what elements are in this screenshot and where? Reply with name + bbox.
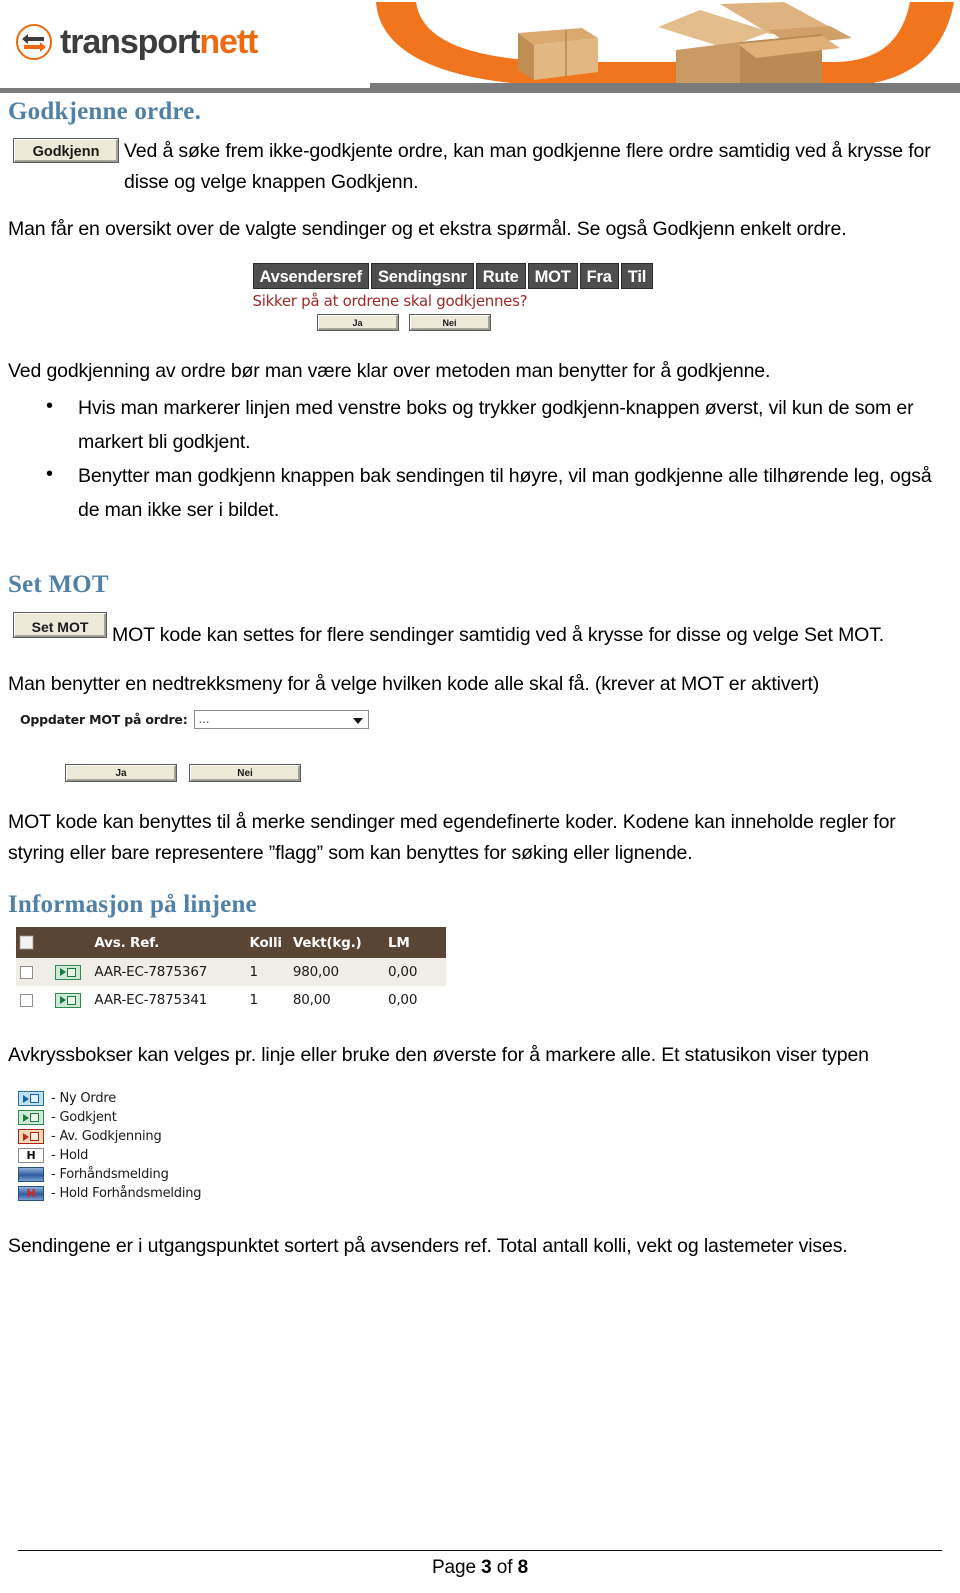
column-header-mot[interactable]: MOT xyxy=(527,263,578,289)
table-row[interactable]: AAR-EC-7875367 1 980,00 0,00 xyxy=(16,958,446,986)
legend-item-forhandsmelding: Forhåndsmelding xyxy=(18,1165,954,1184)
document-body: Godkjenne ordre. Godkjenn Ved å søke fre… xyxy=(0,98,960,1262)
row-kolli: 1 xyxy=(245,958,289,986)
set-mot-paragraph-1: MOT kode kan settes for flere sendinger … xyxy=(112,624,885,646)
legend-label: Hold Forhåndsmelding xyxy=(51,1186,201,1201)
confirm-button-group: Ja Nei xyxy=(253,315,708,330)
row-lm: 0,00 xyxy=(383,986,446,1014)
row-avs-ref: AAR-EC-7875367 xyxy=(90,958,246,986)
mot-dropdown-select[interactable]: ... xyxy=(193,710,369,729)
page-footer: Page 3 of 8 xyxy=(0,1550,960,1579)
logo-text-nett: nett xyxy=(199,23,258,61)
table-row[interactable]: AAR-EC-7875341 1 80,00 0,00 xyxy=(16,986,446,1014)
column-header-avsendersref[interactable]: Avsendersref xyxy=(252,263,369,289)
row-checkbox-cell[interactable] xyxy=(16,986,52,1014)
section-title-set-mot: Set MOT xyxy=(8,571,109,598)
legend-item-ny-ordre: Ny Ordre xyxy=(18,1089,954,1108)
list-item: Hvis man markerer linjen med venstre bok… xyxy=(46,389,954,459)
confirm-yes-button[interactable]: Ja xyxy=(317,315,398,330)
list-item: Benytter man godkjenn knappen bak sendin… xyxy=(46,457,954,527)
legend-item-godkjent: Godkjent xyxy=(18,1108,954,1127)
table-header-status xyxy=(51,927,91,958)
table-header-kolli[interactable]: Kolli xyxy=(245,927,289,958)
status-icon-legend: Ny Ordre Godkjent Av. Godkjenning H Hold… xyxy=(18,1089,954,1203)
table-header-row: Avs. Ref. Kolli Vekt(kg.) LM xyxy=(16,927,446,958)
footer-middle: of xyxy=(491,1557,518,1578)
footer-prefix: Page xyxy=(431,1557,482,1578)
godkjent-green-icon[interactable] xyxy=(55,964,82,980)
row-vekt: 80,00 xyxy=(288,986,384,1014)
logo-text-transport: transport xyxy=(60,23,200,61)
column-header-rute[interactable]: Rute xyxy=(475,263,526,289)
legend-item-av-godkjenning: Av. Godkjenning xyxy=(18,1127,954,1146)
set-mot-paragraph-3: MOT kode kan benyttes til å merke sendin… xyxy=(8,811,896,864)
section-title-informasjon-pa-linjene: Informasjon på linjene xyxy=(8,891,257,918)
row-status-cell xyxy=(51,958,91,986)
column-header-fra[interactable]: Fra xyxy=(579,263,619,289)
set-mot-paragraph-2: Man benytter en nedtrekksmeny for å velg… xyxy=(8,673,820,695)
table-header-vekt[interactable]: Vekt(kg.) xyxy=(288,927,384,958)
legend-label: Forhåndsmelding xyxy=(51,1167,168,1182)
mot-confirm-button-group: Ja Nei xyxy=(6,765,954,781)
footer-current-page: 3 xyxy=(481,1557,492,1578)
godkjent-green-icon[interactable] xyxy=(55,992,82,1008)
godkjenn-button[interactable]: Godkjenn xyxy=(14,139,118,162)
hold-forhandsmelding-icon: H xyxy=(18,1186,44,1201)
row-lm: 0,00 xyxy=(383,958,446,986)
godkjenne-paragraph-1: Ved å søke frem ikke-godkjente ordre, ka… xyxy=(124,140,931,193)
mot-dropdown-row: Oppdater MOT på ordre: ... xyxy=(20,710,954,729)
two-arrows-circle-icon xyxy=(14,22,54,62)
site-logo: transportnett xyxy=(14,22,258,62)
hold-h-icon: H xyxy=(18,1148,44,1163)
select-all-checkbox[interactable] xyxy=(19,935,34,950)
informasjon-paragraph-2: Sendingene er i utgangspunktet sortert p… xyxy=(8,1235,848,1257)
page-number: Page 3 of 8 xyxy=(0,1557,960,1579)
legend-label: Godkjent xyxy=(51,1110,116,1125)
footer-divider xyxy=(18,1550,942,1551)
confirm-question-text: Sikker på at ordrene skal godkjennes? xyxy=(252,292,528,310)
godkjenne-paragraph-2: Man får en oversikt over de valgte sendi… xyxy=(8,218,847,240)
chevron-down-icon[interactable] xyxy=(352,718,363,724)
order-confirm-widget: Avsendersref Sendingsnr Rute MOT Fra Til… xyxy=(252,263,708,330)
row-checkbox[interactable] xyxy=(20,993,33,1007)
set-mot-button[interactable]: Set MOT xyxy=(14,613,106,637)
legend-item-hold-forhandsmelding: H Hold Forhåndsmelding xyxy=(18,1184,954,1203)
confirm-no-button[interactable]: Nei xyxy=(409,315,490,330)
mot-yes-button[interactable]: Ja xyxy=(66,765,176,781)
section-title-godkjenne-ordre: Godkjenne ordre. xyxy=(8,98,202,125)
forhandsmelding-bar-icon xyxy=(18,1167,44,1182)
row-avs-ref: AAR-EC-7875341 xyxy=(90,986,246,1014)
legend-label: Av. Godkjenning xyxy=(51,1129,161,1144)
legend-label: Hold xyxy=(51,1148,88,1163)
av-godkjenning-red-icon xyxy=(18,1129,44,1144)
legend-item-hold: H Hold xyxy=(18,1146,954,1165)
footer-total-pages: 8 xyxy=(517,1557,529,1578)
column-header-sendingsnr[interactable]: Sendingsnr xyxy=(370,263,474,289)
godkjenne-paragraph-3: Ved godkjenning av ordre bør man være kl… xyxy=(8,360,771,382)
logo-wordmark: transportnett xyxy=(60,23,258,61)
row-checkbox[interactable] xyxy=(20,965,33,979)
row-vekt: 980,00 xyxy=(288,958,384,986)
column-header-til[interactable]: Til xyxy=(620,263,654,289)
godkjent-green-icon xyxy=(18,1110,44,1125)
row-kolli: 1 xyxy=(245,986,289,1014)
banner-divider xyxy=(0,88,960,93)
banner-artwork xyxy=(370,0,960,88)
mot-dropdown-label: Oppdater MOT på ordre: xyxy=(20,712,188,727)
table-header-avs-ref[interactable]: Avs. Ref. xyxy=(90,927,246,958)
informasjon-paragraph-1: Avkryssbokser kan velges pr. linje eller… xyxy=(8,1044,869,1066)
godkjenne-bullet-list: Hvis man markerer linjen med venstre bok… xyxy=(6,389,954,527)
ny-ordre-blue-icon xyxy=(18,1091,44,1106)
legend-label: Ny Ordre xyxy=(51,1091,116,1106)
column-header-row: Avsendersref Sendingsnr Rute MOT Fra Til xyxy=(252,263,708,289)
mot-dropdown-value: ... xyxy=(198,712,210,726)
table-header-lm[interactable]: LM xyxy=(383,927,446,958)
mot-no-button[interactable]: Nei xyxy=(190,765,300,781)
line-info-table: Avs. Ref. Kolli Vekt(kg.) LM AAR-EC-7875… xyxy=(16,927,446,1014)
page-banner: transportnett xyxy=(0,0,960,88)
row-status-cell xyxy=(51,986,91,1014)
row-checkbox-cell[interactable] xyxy=(16,958,52,986)
table-header-select-all[interactable] xyxy=(16,927,52,958)
